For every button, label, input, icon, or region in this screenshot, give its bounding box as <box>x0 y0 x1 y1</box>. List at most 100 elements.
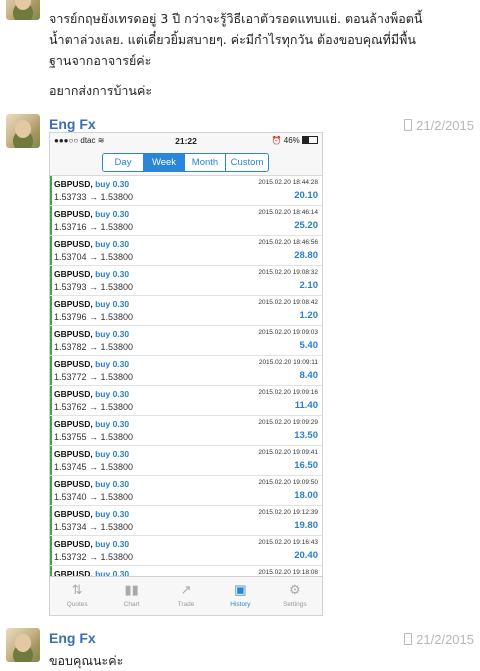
post-text: ขอบคุณนะค่ะ <box>49 653 124 668</box>
trade-row[interactable]: GBPUSD, buy 0.30 1.53762 → 1.53800 2015.02… <box>50 386 322 416</box>
bottom-tab-label: Settings <box>283 601 307 608</box>
trade-symbol: GBPUSD, buy 0.30 <box>54 419 130 429</box>
author-name[interactable]: Eng Fx <box>49 630 96 646</box>
trade-prices: 1.53755 → 1.53800 <box>54 432 134 442</box>
trade-row[interactable]: GBPUSD, buy 0.30 1.53716 → 1.53800 2015.02… <box>50 206 322 236</box>
trade-time: 2015.02.20 19:09:11 <box>258 359 318 366</box>
trade-prices: 1.53796 → 1.53800 <box>54 312 134 322</box>
trade-profit: 18.00 <box>294 490 318 501</box>
settings-icon: ⚙ <box>289 582 301 597</box>
trade-symbol: GBPUSD, buy 0.30 <box>54 539 130 549</box>
trade-prices: 1.53793 → 1.53800 <box>54 282 134 292</box>
tab-day[interactable]: Day <box>103 154 143 171</box>
trade-row[interactable]: GBPUSD, buy 0.30 1.53734 → 1.53800 2015.02… <box>50 506 322 536</box>
post-line: จารย์กฤษยังเทรดอยู่ 3 ปี กว่าจะรู้วิธีเอ… <box>49 11 423 26</box>
trade-time: 2015.02.20 19:12:39 <box>258 509 318 516</box>
post-text: อยากส่งการบ้านค่ะ <box>49 83 153 98</box>
bottom-tab-label: Chart <box>123 601 140 608</box>
bottom-tab-chart[interactable]: ▮▮ Chart <box>104 577 158 615</box>
trade-prices: 1.53732 → 1.53800 <box>54 552 134 562</box>
trade-action: buy 0.30 <box>95 329 130 339</box>
avatar[interactable] <box>6 114 40 148</box>
trade-symbol: GBPUSD, buy 0.30 <box>54 299 130 309</box>
trade-time: 2015.02.20 19:18:08 <box>258 569 318 576</box>
trade-prices: 1.53762 → 1.53800 <box>54 402 134 412</box>
trade-action: buy 0.30 <box>95 299 130 309</box>
trade-symbol: GBPUSD, buy 0.30 <box>54 179 130 189</box>
avatar[interactable] <box>6 628 40 662</box>
trade-row[interactable]: GBPUSD, buy 0.30 1.53772 → 1.53800 2015.02… <box>50 356 322 386</box>
author-name[interactable]: Eng Fx <box>49 116 96 132</box>
bottom-tab-quotes[interactable]: ⇅ Quotes <box>50 577 104 615</box>
trade-action: buy 0.30 <box>95 239 130 249</box>
avatar[interactable] <box>6 0 40 20</box>
bottom-tab-bar: ⇅ Quotes ▮▮ Chart ↗ Trade ▣ History ⚙ Settings <box>50 576 322 615</box>
chart-icon: ▮▮ <box>124 582 139 597</box>
trade-prices: 1.53704 → 1.53800 <box>54 252 134 262</box>
trade-action: buy 0.30 <box>95 359 130 369</box>
trade-action: buy 0.30 <box>95 419 130 429</box>
trade-prices: 1.53745 → 1.53800 <box>54 462 134 472</box>
bottom-tab-trade[interactable]: ↗ Trade <box>159 577 213 615</box>
trade-row[interactable]: GBPUSD, buy 0.30 1.53733 → 1.53800 2015.02… <box>50 176 322 206</box>
tab-week[interactable]: Week <box>143 154 184 171</box>
trade-profit: 11.40 <box>294 400 318 411</box>
trade-symbol: GBPUSD, buy 0.30 <box>54 449 130 459</box>
trade-profit: 20.40 <box>294 550 318 561</box>
post-text: จารย์กฤษยังเทรดอยู่ 3 ปี กว่าจะรู้วิธีเอ… <box>49 8 422 71</box>
trade-time: 2015.02.20 19:09:16 <box>258 389 318 396</box>
trade-action: buy 0.30 <box>95 449 130 459</box>
post-line: น้ำตาล่วงเลย. แต่เดี๋ยวยิ้มสบายๆ. ค่ะมีก… <box>49 32 416 47</box>
trade-symbol: GBPUSD, buy 0.30 <box>54 359 130 369</box>
phone-icon <box>404 119 413 131</box>
trade-profit: 28.80 <box>294 250 318 261</box>
trade-time: 2015.02.20 19:09:29 <box>258 419 318 426</box>
trade-action: buy 0.30 <box>95 539 130 549</box>
bottom-tab-history[interactable]: ▣ History <box>213 577 267 615</box>
trade-profit: 16.50 <box>294 460 318 471</box>
trade-prices: 1.53733 → 1.53800 <box>54 192 134 202</box>
trade-profit: 20.10 <box>294 190 318 201</box>
trade-symbol: GBPUSD, buy 0.30 <box>54 269 130 279</box>
trade-symbol: GBPUSD, buy 0.30 <box>54 209 130 219</box>
bottom-tab-label: Trade <box>177 601 195 608</box>
post-line: ฐานจากอาจารย์ค่ะ <box>49 53 152 68</box>
trade-row[interactable]: GBPUSD, buy 0.30 1.53796 → 1.53800 2015.02… <box>50 296 322 326</box>
bottom-tab-label: History <box>230 601 251 608</box>
bottom-tab-label: Quotes <box>66 601 88 608</box>
trade-row[interactable]: GBPUSD, buy 0.30 1.53793 → 1.53800 2015.02… <box>50 266 322 296</box>
period-segmented-control: Day Week Month Custom <box>102 153 269 172</box>
trade-action: buy 0.30 <box>95 179 130 189</box>
trade-symbol: GBPUSD, buy 0.30 <box>54 389 130 399</box>
trade-row[interactable]: GBPUSD, buy 0.30 1.53732 → 1.53800 2015.02… <box>50 536 322 566</box>
trade-time: 2015.02.20 18:46:56 <box>258 239 318 246</box>
trade-prices: 1.53716 → 1.53800 <box>54 222 134 232</box>
trade-time: 2015.02.20 19:09:03 <box>258 329 318 336</box>
trade-row[interactable]: GBPUSD, buy 0.30 1.53704 → 1.53800 2015.02… <box>50 236 322 266</box>
trade-symbol: GBPUSD, buy 0.30 <box>54 329 130 339</box>
trade-symbol: GBPUSD, buy 0.30 <box>54 509 130 519</box>
tab-custom[interactable]: Custom <box>225 154 268 171</box>
phone-icon <box>404 633 413 645</box>
bottom-tab-settings[interactable]: ⚙ Settings <box>268 577 322 615</box>
trade-row[interactable]: GBPUSD, buy 0.30 1.53755 → 1.53800 2015.02… <box>50 416 322 446</box>
trade-prices: 1.53772 → 1.53800 <box>54 372 134 382</box>
trade-profit: 8.40 <box>299 370 319 381</box>
trade-prices: 1.53734 → 1.53800 <box>54 522 134 532</box>
trade-row[interactable]: GBPUSD, buy 0.30 1.53745 → 1.53800 2015.02… <box>50 446 322 476</box>
period-selector-bar: Day Week Month Custom <box>50 149 322 176</box>
date-text: 21/2/2015 <box>416 118 474 133</box>
trade-row[interactable]: GBPUSD, buy 0.30 1.53740 → 1.53800 2015.02… <box>50 476 322 506</box>
post-date: 21/2/2015 <box>404 118 474 133</box>
quotes-icon: ⇅ <box>71 582 83 597</box>
trade-action: buy 0.30 <box>95 479 130 489</box>
trade-action: buy 0.30 <box>95 389 130 399</box>
trade-time: 2015.02.20 19:09:50 <box>258 479 318 486</box>
trade-row[interactable]: GBPUSD, buy 0.30 1.53782 → 1.53800 2015.02… <box>50 326 322 356</box>
trade-time: 2015.02.20 19:08:32 <box>258 269 318 276</box>
date-text: 21/2/2015 <box>416 632 474 647</box>
trade-action: buy 0.30 <box>95 269 130 279</box>
trade-prices: 1.53740 → 1.53800 <box>54 492 134 502</box>
attached-screenshot[interactable]: ●●●○○ dtac ≋ 21:22 ⏰ 46% Day Week Month Cus… <box>49 132 323 616</box>
tab-month[interactable]: Month <box>184 154 225 171</box>
